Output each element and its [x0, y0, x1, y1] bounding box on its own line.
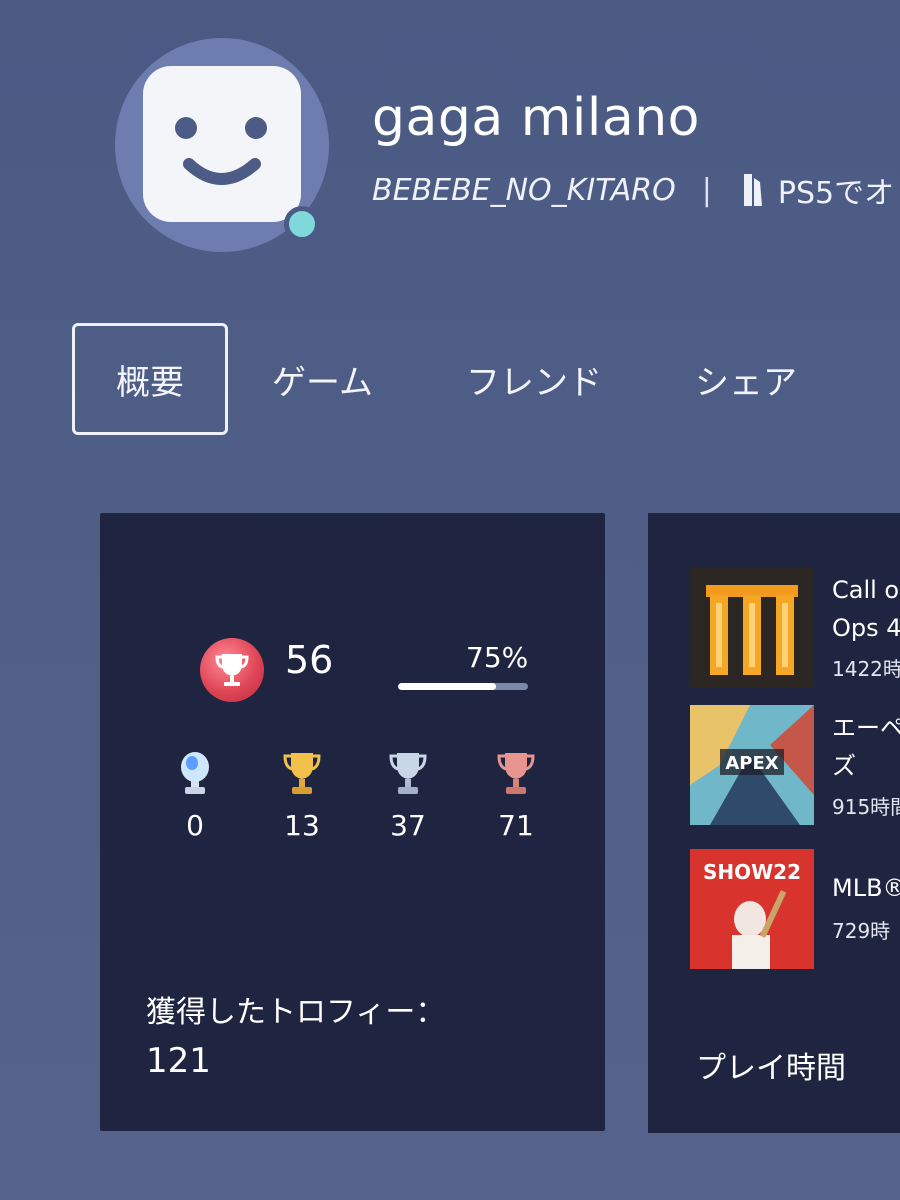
separator: |: [701, 172, 712, 208]
tab-friends[interactable]: フレンド: [466, 355, 602, 404]
bronze-trophy-icon: [497, 753, 535, 794]
game-hours: 729時: [832, 919, 891, 943]
profile-tabs: 概要 ゲーム フレンド シェア: [72, 323, 797, 435]
game-item-mlb-the-show-22[interactable]: SHOW22 MLB® 729時: [690, 849, 900, 969]
apex-logo-text: APEX: [725, 753, 778, 774]
trophy-level-icon: [200, 638, 264, 702]
trophy-summary-card[interactable]: 56 75% 0 13 37 71 獲得したトロフィー： 121: [100, 513, 605, 1131]
bronze-trophy: 71: [486, 749, 546, 842]
apex-legends-cover-icon: APEX: [690, 705, 814, 825]
level-progress-bar: [398, 683, 528, 690]
online-status-icon: [284, 206, 320, 242]
platform-status-text: PS5でオ: [777, 176, 895, 211]
game-title: エーペ ズ: [832, 714, 900, 780]
game-title: Call o Ops 4: [832, 576, 900, 642]
profile-subline: BEBEBE_NO_KITARO | PS5でオ: [372, 168, 894, 212]
earned-trophies-total: 121: [146, 1041, 211, 1081]
level-progress-fill: [398, 683, 496, 690]
tab-games[interactable]: ゲーム: [272, 355, 373, 404]
play-time-label: プレイ時間: [696, 1051, 846, 1086]
tab-overview-label: 概要: [116, 362, 184, 403]
online-id: BEBEBE_NO_KITARO: [372, 172, 676, 208]
trophy-level: 56: [285, 638, 334, 682]
silver-trophy-icon: [389, 753, 427, 794]
silver-count: 37: [390, 809, 426, 842]
tab-share[interactable]: シェア: [695, 355, 797, 404]
gold-trophy: 13: [272, 749, 332, 842]
black-ops-4-cover-icon: [690, 567, 814, 687]
gold-trophy-icon: [283, 753, 321, 794]
game-thumbnail: APEX: [690, 705, 814, 825]
platinum-count: 0: [186, 809, 204, 842]
bronze-count: 71: [498, 809, 534, 842]
smiley-face-icon: [175, 117, 267, 185]
ps5-console-icon: [743, 174, 762, 206]
game-thumbnail: SHOW22: [690, 849, 814, 969]
play-time-card[interactable]: Call o Ops 4 1422時 APEX エーペ ズ 915時間 SHO: [648, 513, 900, 1133]
profile-display-name: gaga milano: [372, 88, 700, 148]
game-item-apex-legends[interactable]: APEX エーペ ズ 915時間: [690, 705, 900, 825]
mlb-the-show-cover-icon: SHOW22: [690, 849, 814, 969]
game-hours: 915時間: [832, 795, 900, 819]
platinum-trophy-icon: [181, 752, 209, 794]
avatar[interactable]: [143, 66, 301, 222]
earned-trophies-label: 獲得したトロフィー：: [146, 995, 446, 1030]
silver-trophy: 37: [378, 749, 438, 842]
game-title: MLB®: [832, 874, 900, 902]
game-item-black-ops-4[interactable]: Call o Ops 4 1422時: [690, 567, 900, 687]
game-hours: 1422時: [832, 657, 900, 681]
gold-count: 13: [284, 809, 320, 842]
level-progress-percent: 75%: [466, 641, 529, 674]
game-thumbnail: [690, 567, 814, 687]
show-logo-text: SHOW22: [703, 860, 801, 884]
tab-overview[interactable]: 概要: [72, 323, 228, 435]
platinum-trophy: 0: [165, 749, 225, 842]
